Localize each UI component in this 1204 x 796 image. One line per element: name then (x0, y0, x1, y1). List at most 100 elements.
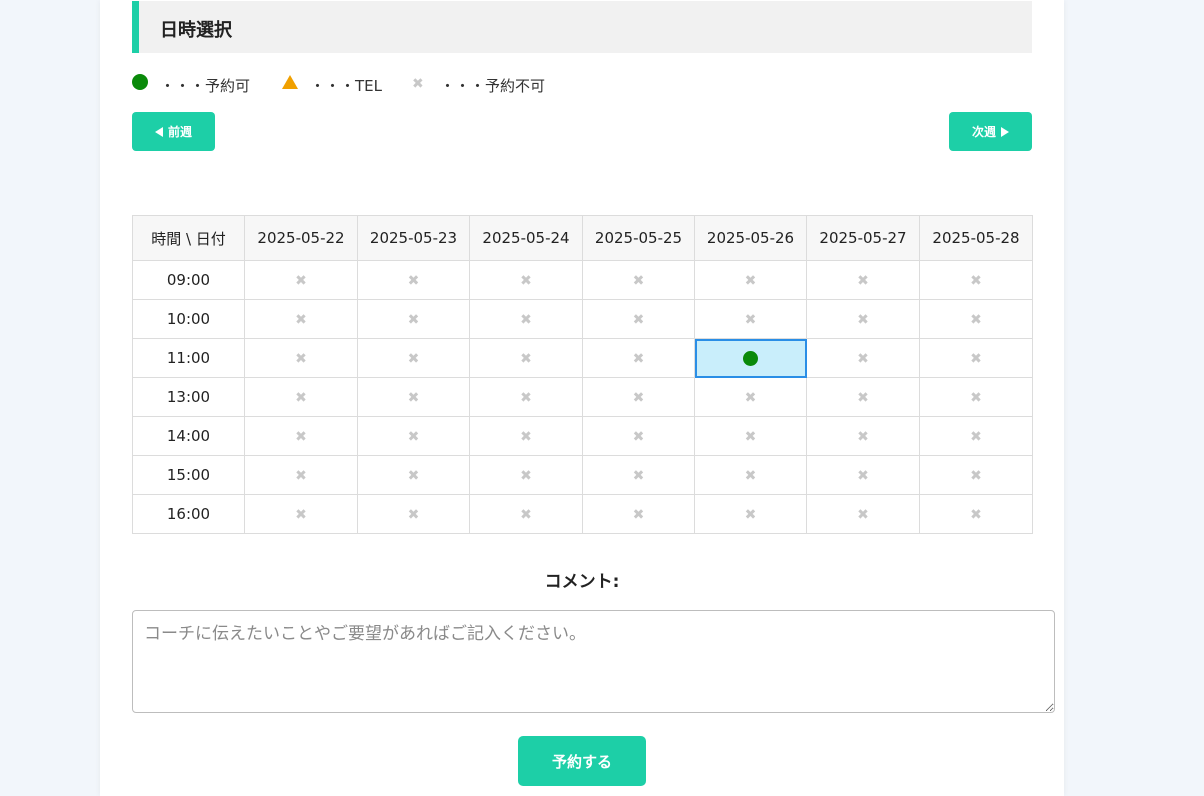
x-mark-icon: ✖ (295, 272, 307, 289)
slot-unavailable: ✖ (694, 299, 807, 339)
slot-unavailable: ✖ (582, 338, 695, 378)
comment-label: コメント: (544, 572, 620, 592)
slot-unavailable: ✖ (806, 338, 920, 378)
x-mark-icon: ✖ (970, 389, 982, 406)
date-header: 2025-05-28 (919, 215, 1033, 261)
x-mark-icon: ✖ (295, 506, 307, 523)
x-mark-icon: ✖ (970, 506, 982, 523)
x-mark-icon: ✖ (857, 389, 869, 406)
date-header: 2025-05-22 (244, 215, 358, 261)
time-label: 16:00 (132, 494, 245, 534)
submit-reservation-button[interactable]: 予約する (518, 736, 646, 786)
slot-unavailable: ✖ (244, 416, 358, 456)
triangle-right-icon (1001, 126, 1009, 137)
x-mark-icon: ✖ (520, 311, 532, 328)
slot-unavailable: ✖ (806, 377, 920, 417)
slot-unavailable: ✖ (806, 416, 920, 456)
x-mark-icon: ✖ (857, 272, 869, 289)
x-mark-icon: ✖ (407, 389, 420, 406)
slot-unavailable: ✖ (919, 377, 1033, 417)
triangle-icon (282, 75, 298, 93)
x-mark-icon: ✖ (407, 350, 420, 367)
slot-unavailable: ✖ (469, 377, 583, 417)
legend-available-label: ・・・予約可 (160, 77, 251, 95)
slot-unavailable: ✖ (919, 260, 1033, 300)
slot-unavailable: ✖ (357, 494, 470, 534)
time-row: 14:00 ✖ ✖ ✖ ✖ ✖ ✖ ✖ (132, 416, 1033, 456)
x-mark-icon: ✖ (632, 272, 645, 289)
x-mark-icon: ✖ (520, 389, 532, 406)
slot-unavailable: ✖ (582, 260, 695, 300)
date-header: 2025-05-25 (582, 215, 695, 261)
slot-unavailable: ✖ (582, 494, 695, 534)
x-mark-icon: ✖ (744, 311, 757, 328)
time-label: 10:00 (132, 299, 245, 339)
slot-unavailable: ✖ (244, 455, 358, 495)
x-mark-icon: ✖ (520, 272, 532, 289)
x-mark-icon: ✖ (970, 272, 982, 289)
slot-unavailable: ✖ (469, 455, 583, 495)
x-mark-icon: ✖ (407, 428, 420, 445)
next-week-button[interactable]: 次週 (949, 112, 1032, 151)
x-mark-icon: ✖ (857, 467, 869, 484)
slot-unavailable: ✖ (694, 260, 807, 300)
x-mark-icon: ✖ (744, 389, 757, 406)
time-label: 14:00 (132, 416, 245, 456)
x-mark-icon: ✖ (857, 506, 869, 523)
header-row: 時間 \ 日付 2025-05-22 2025-05-23 2025-05-24 202… (132, 215, 1033, 261)
corner-header: 時間 \ 日付 (132, 215, 245, 261)
section-header: 日時選択 (132, 1, 1032, 53)
legend-unavailable-label: ・・・予約不可 (440, 77, 546, 95)
slot-unavailable: ✖ (806, 455, 920, 495)
x-mark-icon: ✖ (407, 311, 420, 328)
slot-unavailable: ✖ (244, 260, 358, 300)
slot-unavailable: ✖ (357, 416, 470, 456)
prev-week-label: 前週 (167, 125, 192, 139)
slot-unavailable: ✖ (582, 377, 695, 417)
time-label: 15:00 (132, 455, 245, 495)
slot-available[interactable] (694, 338, 807, 378)
date-header: 2025-05-27 (806, 215, 920, 261)
filled-circle-icon (132, 74, 148, 94)
prev-week-button[interactable]: 前週 (132, 112, 215, 151)
triangle-left-icon (154, 126, 163, 137)
time-label: 11:00 (132, 338, 245, 378)
x-mark-icon: ✖ (744, 428, 757, 445)
x-mark-icon: ✖ (632, 350, 645, 367)
x-mark-icon: ✖ (412, 76, 424, 92)
slot-unavailable: ✖ (357, 377, 470, 417)
x-mark-icon: ✖ (407, 467, 420, 484)
time-label: 09:00 (132, 260, 245, 300)
slot-unavailable: ✖ (582, 416, 695, 456)
x-mark-icon: ✖ (520, 428, 532, 445)
x-mark-icon: ✖ (295, 428, 307, 445)
slot-unavailable: ✖ (582, 455, 695, 495)
schedule-table: 時間 \ 日付 2025-05-22 2025-05-23 2025-05-24 202… (132, 215, 1033, 534)
date-header: 2025-05-26 (694, 215, 807, 261)
slot-unavailable: ✖ (357, 299, 470, 339)
slot-unavailable: ✖ (357, 260, 470, 300)
time-row: 09:00 ✖ ✖ ✖ ✖ ✖ ✖ ✖ (132, 260, 1033, 300)
slot-unavailable: ✖ (582, 299, 695, 339)
filled-circle-icon (743, 351, 758, 367)
x-mark-icon: ✖ (632, 506, 645, 523)
slot-unavailable: ✖ (919, 338, 1033, 378)
x-mark-icon: ✖ (744, 272, 757, 289)
slot-unavailable: ✖ (806, 260, 920, 300)
x-mark-icon: ✖ (295, 311, 307, 328)
x-mark-icon: ✖ (632, 428, 645, 445)
slot-unavailable: ✖ (919, 416, 1033, 456)
x-mark-icon: ✖ (520, 467, 532, 484)
slot-unavailable: ✖ (469, 338, 583, 378)
slot-unavailable: ✖ (694, 416, 807, 456)
x-mark-icon: ✖ (857, 428, 869, 445)
slot-unavailable: ✖ (469, 299, 583, 339)
x-mark-icon: ✖ (857, 350, 869, 367)
slot-unavailable: ✖ (244, 299, 358, 339)
time-label: 13:00 (132, 377, 245, 417)
time-row: 13:00 ✖ ✖ ✖ ✖ ✖ ✖ ✖ (132, 377, 1033, 417)
comment-textarea[interactable] (132, 610, 1055, 713)
date-header: 2025-05-23 (357, 215, 470, 261)
x-mark-icon: ✖ (520, 350, 532, 367)
slot-unavailable: ✖ (694, 455, 807, 495)
